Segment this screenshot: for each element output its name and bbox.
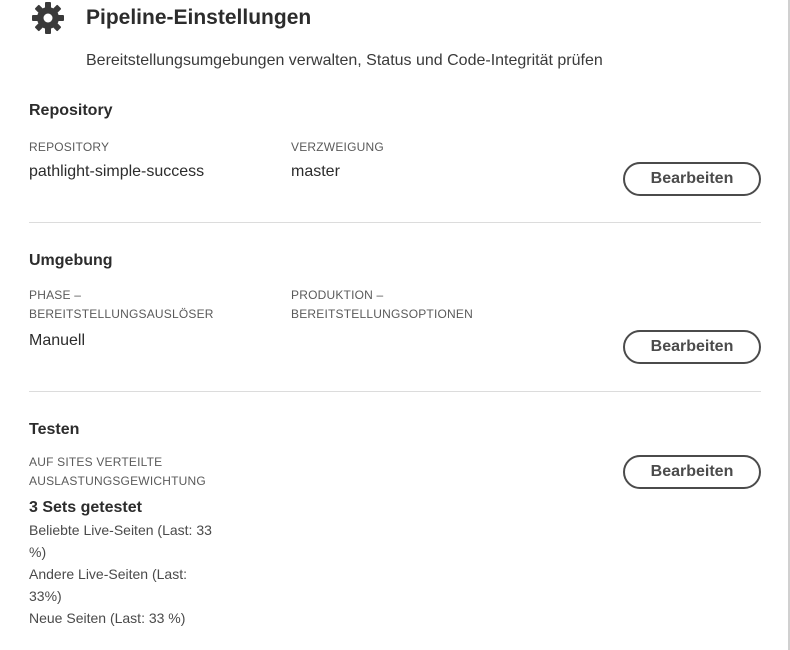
load-weight-field: AUF SITES VERTEILTE AUSLASTUNGSGEWICHTUN… — [29, 453, 239, 629]
sets-item-line: Beliebte Live-Seiten (Last: 33 — [29, 522, 212, 538]
environment-section: Umgebung PHASE – BEREITSTELLUNGSAUSLÖSER… — [29, 252, 761, 382]
load-weight-label-line2: AUSLASTUNGSGEWICHTUNG — [29, 474, 206, 488]
branch-field: VERZWEIGUNG master — [291, 138, 384, 181]
phase-field: PHASE – BEREITSTELLUNGSAUSLÖSER Manuell — [29, 286, 214, 350]
edit-environment-button[interactable]: Bearbeiten — [623, 330, 761, 364]
phase-label-line2: BEREITSTELLUNGSAUSLÖSER — [29, 307, 214, 321]
sets-item-line: Andere Live-Seiten (Last: — [29, 566, 187, 582]
page-subtitle: Bereitstellungsumgebungen verwalten, Sta… — [86, 52, 603, 69]
phase-value: Manuell — [29, 332, 86, 349]
sets-list: Beliebte Live-Seiten (Last: 33 %) Andere… — [29, 519, 239, 629]
sets-item-line: 33%) — [29, 588, 62, 604]
production-field: PRODUKTION – BEREITSTELLUNGSOPTIONEN — [291, 286, 473, 324]
sets-item-line: Neue Seiten (Last: 33 %) — [29, 610, 186, 626]
sets-list-item: Neue Seiten (Last: 33 %) — [29, 607, 239, 629]
divider — [29, 391, 761, 392]
branch-value: master — [291, 163, 340, 180]
page-title: Pipeline-Einstellungen — [86, 6, 312, 29]
sets-item-line: %) — [29, 544, 47, 560]
phase-label-line1: PHASE – — [29, 288, 82, 302]
production-label-line1: PRODUKTION – — [291, 288, 384, 302]
edit-testing-button[interactable]: Bearbeiten — [623, 455, 761, 489]
section-title-testing: Testen — [29, 421, 80, 438]
repository-field: REPOSITORY pathlight-simple-success — [29, 138, 204, 181]
load-weight-label-line1: AUF SITES VERTEILTE — [29, 455, 163, 469]
section-title-environment: Umgebung — [29, 252, 113, 269]
sets-count: 3 Sets getestet — [29, 499, 142, 516]
page-header: Pipeline-Einstellungen — [30, 0, 311, 36]
repository-section: Repository REPOSITORY pathlight-simple-s… — [29, 102, 761, 212]
repository-value: pathlight-simple-success — [29, 163, 205, 180]
production-label-line2: BEREITSTELLUNGSOPTIONEN — [291, 307, 473, 321]
gear-icon — [30, 0, 70, 36]
sets-list-item: Andere Live-Seiten (Last: 33%) — [29, 563, 239, 607]
divider — [29, 222, 761, 223]
branch-label: VERZWEIGUNG — [291, 140, 384, 154]
section-title-repository: Repository — [29, 102, 113, 119]
edit-repository-button[interactable]: Bearbeiten — [623, 162, 761, 196]
sets-list-item: Beliebte Live-Seiten (Last: 33 %) — [29, 519, 239, 563]
repository-label: REPOSITORY — [29, 140, 110, 154]
testing-section: Testen AUF SITES VERTEILTE AUSLASTUNGSGE… — [29, 421, 761, 641]
